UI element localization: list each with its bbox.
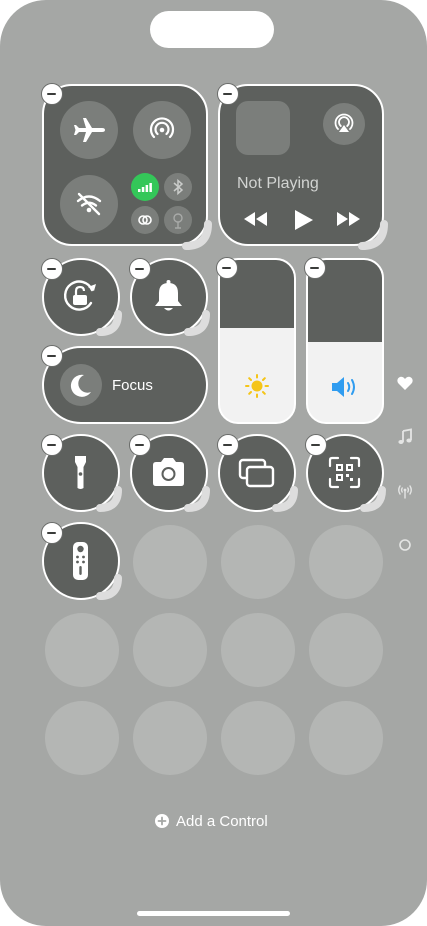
remove-silent-mode-button[interactable] [129,258,151,280]
plus-circle-icon [155,814,169,828]
empty-slot [221,613,295,687]
music-note-icon[interactable] [396,428,414,446]
resize-handle[interactable] [270,484,300,514]
circle-icon[interactable] [396,536,414,554]
moon-icon [70,374,91,397]
cellular-data-button[interactable] [131,173,159,201]
add-control-label: Add a Control [176,812,268,830]
airdrop-icon [149,117,175,139]
personal-hotspot-icon [138,215,152,225]
empty-slot [221,525,295,599]
focus-button[interactable]: Focus [42,346,208,424]
remove-flashlight-button[interactable] [41,434,63,456]
empty-slot [309,525,383,599]
personal-hotspot-button[interactable] [131,206,159,234]
focus-label: Focus [112,377,153,394]
control-center-edit-screen: Not Playing Focus Add a Control [0,0,427,926]
resize-handle[interactable] [94,572,124,602]
album-artwork [236,101,290,155]
airplay-button[interactable] [323,103,365,145]
resize-handle[interactable] [182,484,212,514]
focus-icon-circle [60,364,102,406]
dynamic-island [150,11,274,48]
remove-connectivity-button[interactable] [41,83,63,105]
speaker-icon [332,377,355,397]
wifi-button[interactable] [60,175,118,233]
remove-volume-button[interactable] [304,257,326,279]
airplane-mode-button[interactable] [60,101,118,159]
heart-icon[interactable] [396,374,414,392]
remove-apple-tv-remote-button[interactable] [41,522,63,544]
airplay-icon [334,113,354,132]
play-icon[interactable] [291,208,315,232]
empty-slot [221,701,295,775]
airdrop-button[interactable] [133,101,191,159]
cellular-icon [138,183,152,192]
bluetooth-icon [173,178,184,196]
add-control-button[interactable]: Add a Control [155,810,268,832]
rewind-icon[interactable] [242,210,270,228]
empty-slot [133,525,207,599]
now-playing-status: Not Playing [237,175,319,192]
remove-now-playing-button[interactable] [217,83,239,105]
remove-screen-mirroring-button[interactable] [217,434,239,456]
volume-slider[interactable] [306,258,384,424]
remove-focus-button[interactable] [41,345,63,367]
airplane-icon [74,118,105,142]
empty-slot [133,613,207,687]
sun-icon [245,374,269,398]
resize-handle[interactable] [182,308,212,338]
antenna-icon[interactable] [396,482,414,500]
resize-handle[interactable] [358,484,388,514]
bluetooth-button[interactable] [164,173,192,201]
remove-brightness-button[interactable] [216,257,238,279]
remove-rotation-lock-button[interactable] [41,258,63,280]
empty-slot [309,701,383,775]
resize-handle[interactable] [358,220,388,250]
empty-slot [309,613,383,687]
empty-slot [45,613,119,687]
resize-handle[interactable] [94,308,124,338]
home-indicator [137,911,290,916]
empty-slot [133,701,207,775]
resize-handle[interactable] [94,484,124,514]
wifi-off-icon [76,192,102,216]
empty-slot [45,701,119,775]
remove-camera-button[interactable] [129,434,151,456]
remove-code-scanner-button[interactable] [305,434,327,456]
resize-handle[interactable] [182,220,212,250]
brightness-slider[interactable] [218,258,296,424]
